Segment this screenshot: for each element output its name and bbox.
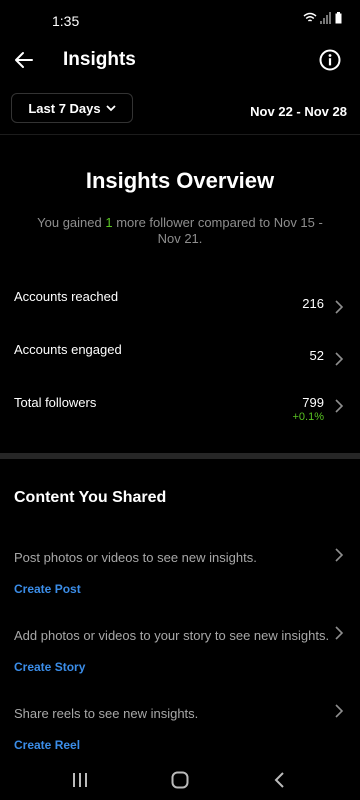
page-title: Insights — [63, 49, 136, 70]
metric-row-accounts-reached[interactable]: Accounts reached 216 — [0, 289, 360, 329]
status-icons — [303, 12, 342, 24]
metric-row-total-followers[interactable]: Total followers 799 +0.1% — [0, 395, 360, 435]
recent-apps-icon[interactable] — [70, 770, 90, 790]
metric-value: 216 — [302, 296, 324, 311]
divider — [0, 134, 360, 135]
chevron-right-icon — [335, 352, 344, 366]
chevron-right-icon — [335, 626, 344, 640]
metric-label: Total followers — [14, 395, 97, 410]
battery-icon — [335, 12, 342, 24]
system-nav-bar — [0, 758, 360, 800]
date-range-text: Nov 22 - Nov 28 — [250, 104, 347, 119]
share-item-story[interactable]: Add photos or videos to your story to se… — [0, 626, 360, 688]
share-item-post[interactable]: Post photos or videos to see new insight… — [0, 548, 360, 610]
chevron-right-icon — [335, 399, 344, 413]
chevron-right-icon — [335, 704, 344, 718]
metric-label: Accounts reached — [14, 289, 119, 304]
subtitle-suffix: more follower compared to Nov 15 - Nov 2… — [112, 215, 323, 246]
create-post-link[interactable]: Create Post — [14, 582, 81, 596]
signal-icon — [320, 12, 331, 24]
chevron-down-icon — [105, 104, 116, 111]
back-button[interactable] — [12, 48, 36, 72]
overview-title: Insights Overview — [85, 168, 275, 193]
chevron-right-icon — [335, 300, 344, 314]
back-icon[interactable] — [270, 770, 290, 790]
status-time: 1:35 — [52, 13, 80, 29]
share-item-text: Share reels to see new insights. — [14, 706, 199, 721]
metric-row-accounts-engaged[interactable]: Accounts engaged 52 — [0, 342, 360, 382]
create-reel-link[interactable]: Create Reel — [14, 738, 80, 752]
share-item-text: Add photos or videos to your story to se… — [14, 628, 330, 643]
arrow-left-icon — [15, 52, 33, 68]
date-range-label: Last 7 Days — [28, 100, 101, 116]
share-item-reel[interactable]: Share reels to see new insights. Create … — [0, 704, 360, 766]
create-story-link[interactable]: Create Story — [14, 660, 85, 674]
wifi-icon — [303, 12, 317, 22]
subtitle-prefix: You gained — [37, 215, 106, 230]
info-circle-icon — [319, 49, 341, 71]
home-icon[interactable] — [170, 770, 190, 790]
section-divider — [0, 453, 360, 459]
section-title-content-shared: Content You Shared — [14, 489, 167, 506]
metric-value: 799 — [302, 395, 324, 410]
status-bar: 1:35 — [0, 0, 360, 40]
overview-subtitle: You gained 1 more follower compared to N… — [30, 215, 330, 247]
metric-value: 52 — [309, 348, 324, 363]
date-range-dropdown[interactable]: Last 7 Days — [11, 93, 133, 123]
metric-label: Accounts engaged — [14, 342, 122, 357]
share-item-text: Post photos or videos to see new insight… — [14, 550, 257, 565]
app-header: Insights — [0, 40, 360, 80]
metric-delta: +0.1% — [292, 411, 325, 423]
chevron-right-icon — [335, 548, 344, 562]
info-button[interactable] — [318, 48, 342, 72]
subtitle-highlight: 1 — [105, 215, 113, 230]
